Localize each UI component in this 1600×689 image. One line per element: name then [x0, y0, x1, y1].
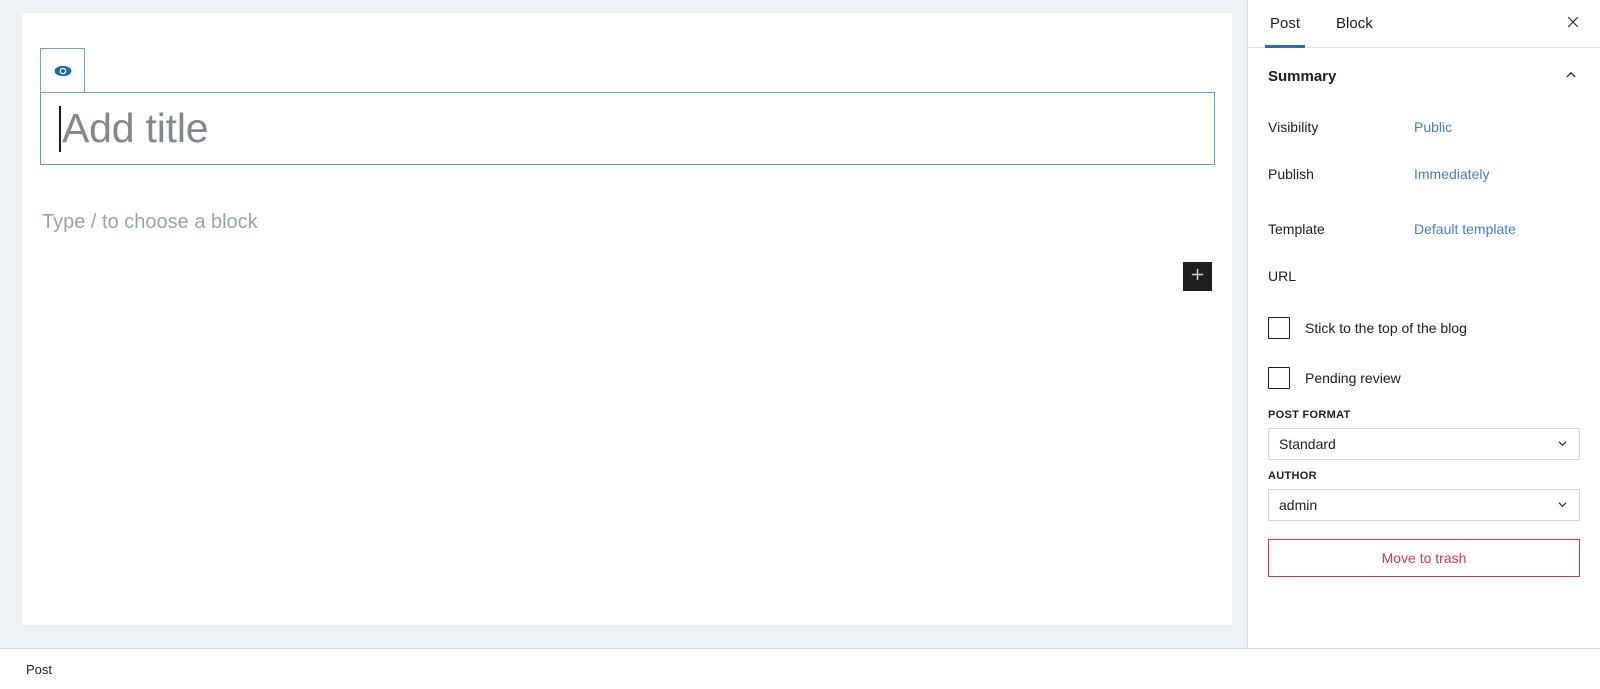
url-label: URL [1268, 267, 1297, 284]
summary-row-template: Template Default template [1268, 205, 1580, 252]
summary-row-url: URL [1268, 252, 1580, 299]
view-post-button[interactable] [40, 48, 85, 93]
post-format-value: Standard [1279, 436, 1336, 452]
pending-review-label: Pending review [1305, 370, 1401, 386]
pending-review-checkbox-row[interactable]: Pending review [1248, 357, 1600, 399]
summary-panel-title: Summary [1268, 68, 1337, 85]
summary-rows: Visibility Public Publish Immediately Te… [1248, 103, 1600, 299]
visibility-label: Visibility [1268, 118, 1319, 135]
text-caret [59, 105, 61, 152]
template-value-button[interactable]: Default template [1414, 221, 1516, 237]
author-select[interactable]: admin [1268, 489, 1580, 521]
summary-row-publish: Publish Immediately [1268, 150, 1580, 197]
document-toolbar [40, 48, 1215, 93]
block-appender-placeholder[interactable]: Type / to choose a block [42, 211, 258, 234]
tab-post-label: Post [1270, 15, 1301, 32]
move-to-trash-button[interactable]: Move to trash [1268, 539, 1580, 577]
editor-canvas[interactable]: Add title Type / to choose a block [22, 13, 1232, 625]
post-title-input[interactable]: Add title [40, 93, 1215, 165]
close-icon [1565, 14, 1581, 33]
author-label: AUTHOR [1268, 470, 1317, 482]
publish-label: Publish [1268, 165, 1314, 182]
sticky-post-checkbox[interactable] [1268, 317, 1290, 339]
editor-footer-bar: Post [0, 648, 1600, 689]
author-value: admin [1279, 497, 1318, 513]
pending-review-checkbox[interactable] [1268, 367, 1290, 389]
post-settings-sidebar: Post Block Summary Visibility Public Pub… [1247, 0, 1600, 648]
plus-icon [1189, 266, 1206, 288]
chevron-down-icon [1555, 498, 1570, 513]
visibility-value-button[interactable]: Public [1414, 119, 1452, 135]
eye-icon [52, 60, 74, 82]
tab-block-label: Block [1336, 15, 1373, 32]
sidebar-tab-bar: Post Block [1248, 0, 1600, 48]
add-block-button[interactable] [1183, 262, 1212, 291]
post-format-select[interactable]: Standard [1268, 428, 1580, 460]
publish-value-button[interactable]: Immediately [1414, 166, 1489, 182]
tab-block[interactable]: Block [1318, 0, 1391, 47]
post-title-placeholder: Add title [62, 105, 209, 151]
wordpress-block-editor: Add title Type / to choose a block Post … [0, 0, 1600, 689]
summary-panel-header[interactable]: Summary [1248, 48, 1600, 103]
footer-document-label: Post [26, 661, 53, 677]
tab-post[interactable]: Post [1252, 0, 1318, 48]
sticky-post-checkbox-row[interactable]: Stick to the top of the blog [1248, 307, 1600, 349]
editor-region: Add title Type / to choose a block [0, 0, 1247, 648]
chevron-up-icon [1562, 65, 1580, 88]
post-format-label: POST FORMAT [1268, 409, 1351, 421]
close-sidebar-button[interactable] [1558, 9, 1588, 39]
sticky-post-label: Stick to the top of the blog [1305, 320, 1467, 336]
template-label: Template [1268, 220, 1325, 237]
summary-row-visibility: Visibility Public [1268, 103, 1580, 150]
chevron-down-icon [1555, 437, 1570, 452]
